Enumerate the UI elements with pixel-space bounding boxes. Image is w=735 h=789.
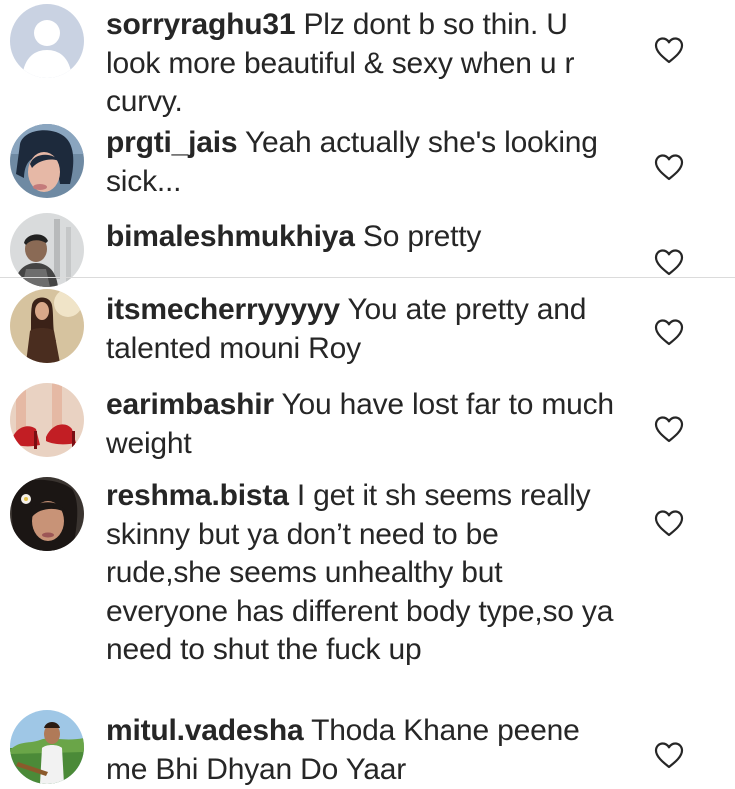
heart-outline-icon (654, 416, 684, 443)
profile-photo (10, 213, 84, 287)
comment-body: sorryraghu31 Plz dont b so thin. U look … (106, 6, 616, 122)
heart-outline-icon (654, 510, 684, 537)
default-profile-icon (10, 4, 84, 78)
avatar[interactable] (10, 710, 84, 784)
profile-photo (10, 383, 84, 457)
comment-body: itsmecherryyyyy You ate pretty and talen… (106, 291, 616, 368)
comment-body: reshma.bista I get it sh seems really sk… (106, 477, 616, 670)
heart-outline-icon (654, 249, 684, 276)
comment-text: So pretty (362, 220, 482, 253)
like-button[interactable] (653, 508, 685, 538)
heart-outline-icon (654, 319, 684, 346)
divider (0, 277, 735, 278)
comment-username[interactable]: itsmecherryyyyy (106, 293, 340, 326)
comment-username[interactable]: mitul.vadesha (106, 714, 304, 747)
comment-username[interactable]: earimbashir (106, 388, 274, 421)
heart-outline-icon (654, 154, 684, 181)
comment-username[interactable]: reshma.bista (106, 479, 289, 512)
like-button[interactable] (653, 247, 685, 277)
profile-photo (10, 477, 84, 551)
avatar[interactable] (10, 383, 84, 457)
avatar[interactable] (10, 124, 84, 198)
comment-body: prgti_jais Yeah actually she's looking s… (106, 124, 616, 201)
comment-username[interactable]: sorryraghu31 (106, 8, 296, 41)
like-button[interactable] (653, 152, 685, 182)
like-button[interactable] (653, 35, 685, 65)
comment-username[interactable]: bimaleshmukhiya (106, 220, 355, 253)
avatar[interactable] (10, 289, 84, 363)
comment-body: mitul.vadesha Thoda Khane peene me Bhi D… (106, 712, 616, 789)
like-button[interactable] (653, 414, 685, 444)
avatar[interactable] (10, 477, 84, 551)
profile-photo (10, 289, 84, 363)
profile-photo (10, 710, 84, 784)
profile-photo (10, 124, 84, 198)
like-button[interactable] (653, 317, 685, 347)
comment-body: bimaleshmukhiya So pretty (106, 218, 616, 257)
comment-body: earimbashir You have lost far to much we… (106, 386, 616, 463)
avatar[interactable] (10, 213, 84, 287)
avatar[interactable] (10, 4, 84, 78)
heart-outline-icon (654, 742, 684, 769)
like-button[interactable] (653, 740, 685, 770)
comment-username[interactable]: prgti_jais (106, 126, 238, 159)
heart-outline-icon (654, 37, 684, 64)
